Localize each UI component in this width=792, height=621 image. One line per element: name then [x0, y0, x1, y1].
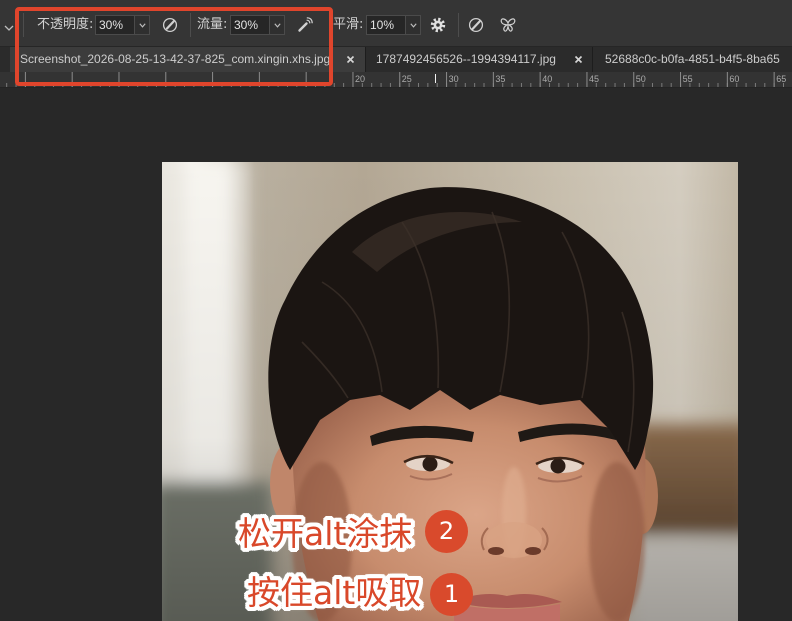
options-bar: 不透明度: 流量: 平滑: — [0, 0, 792, 47]
ruler-label: 25 — [401, 74, 412, 84]
ruler-major-ticks — [0, 72, 792, 87]
toolbar-divider — [458, 13, 459, 37]
pressure-size-toggle[interactable] — [468, 17, 484, 33]
tab-label: 1787492456526--1994394117.jpg — [376, 52, 556, 66]
chevron-down-icon — [4, 25, 14, 31]
ruler-label: 20 — [355, 74, 366, 84]
tab-label: 52688c0c-b0fa-4851-b4f5-8ba65 — [605, 52, 780, 66]
annotation-step-2-badge: 2 — [425, 510, 468, 553]
annotation-step-1-badge: 1 — [430, 573, 473, 616]
tool-preset-picker[interactable] — [4, 20, 14, 31]
horizontal-ruler[interactable]: 20 25 30 35 40 45 50 55 60 65 — [0, 72, 792, 88]
tab-close-button[interactable] — [574, 55, 583, 64]
ruler-label: 30 — [448, 74, 459, 84]
opacity-dropdown-button[interactable] — [135, 15, 150, 35]
pressure-opacity-toggle[interactable] — [162, 17, 178, 33]
chevron-down-icon — [138, 22, 146, 28]
opacity-input[interactable] — [95, 15, 135, 35]
opacity-label: 不透明度: — [37, 17, 94, 32]
toolbar-divider — [23, 13, 24, 37]
smoothing-label: 平滑: — [333, 17, 364, 32]
chevron-down-icon — [409, 22, 417, 28]
tab-document-3[interactable]: 52688c0c-b0fa-4851-b4f5-8ba65 — [593, 47, 792, 72]
close-icon — [574, 55, 583, 64]
ruler-label: 35 — [495, 74, 506, 84]
tab-document-2[interactable]: 1787492456526--1994394117.jpg — [366, 47, 593, 72]
annotation-step-2-text: 松开alt涂抹 — [238, 514, 413, 553]
smoothing-input[interactable] — [366, 15, 406, 35]
close-icon — [346, 55, 355, 64]
symmetry-butterfly-icon — [500, 18, 516, 32]
flow-label: 流量: — [197, 17, 228, 32]
ruler-label: 65 — [776, 74, 787, 84]
ruler-label: 60 — [729, 74, 740, 84]
annotation-step-1-text: 按住alt吸取 — [247, 573, 422, 612]
chevron-down-icon — [273, 22, 281, 28]
ruler-label: 45 — [589, 74, 600, 84]
toolbar-divider — [190, 13, 191, 37]
smoothing-dropdown-button[interactable] — [406, 15, 421, 35]
airbrush-icon — [298, 17, 313, 32]
flow-dropdown-button[interactable] — [270, 15, 285, 35]
tab-close-button[interactable] — [346, 55, 355, 64]
tab-document-1[interactable]: Screenshot_2026-08-25-13-42-37-825_com.x… — [10, 47, 366, 72]
ruler-label: 55 — [682, 74, 693, 84]
flow-input[interactable] — [230, 15, 270, 35]
gear-icon — [430, 17, 446, 33]
pressure-size-icon — [468, 17, 484, 33]
symmetry-button[interactable] — [500, 17, 516, 33]
pressure-opacity-icon — [162, 17, 178, 33]
ruler-label: 50 — [635, 74, 646, 84]
airbrush-toggle[interactable] — [297, 17, 313, 33]
tab-label: Screenshot_2026-08-25-13-42-37-825_com.x… — [20, 52, 331, 66]
ruler-label: 40 — [542, 74, 553, 84]
document-tab-bar: Screenshot_2026-08-25-13-42-37-825_com.x… — [0, 47, 792, 72]
ruler-cursor-marker — [435, 74, 436, 83]
smoothing-options-button[interactable] — [430, 17, 446, 33]
